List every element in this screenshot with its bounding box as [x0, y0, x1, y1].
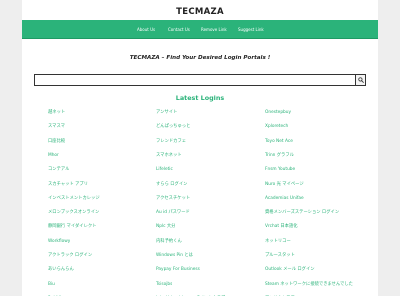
login-link[interactable]: スカチャット アプリ: [48, 179, 88, 190]
login-link[interactable]: アクトラック ログイン: [48, 250, 92, 261]
login-link[interactable]: Outlook メール ログイン: [265, 264, 315, 275]
search-input[interactable]: [34, 74, 355, 86]
nav-suggest-link[interactable]: Suggest Link: [238, 20, 264, 39]
login-link[interactable]: フレンドカフェ: [156, 136, 186, 147]
latest-logins-title: Latest Logins: [175, 94, 225, 102]
nav-contact-us[interactable]: Contact Us: [168, 20, 190, 39]
login-link[interactable]: 内科予約くん: [156, 236, 182, 247]
login-link[interactable]: Onestepbuy: [265, 107, 291, 118]
login-link[interactable]: あいらんらん: [48, 264, 74, 275]
login-link[interactable]: Trinn グラフル: [265, 150, 294, 161]
login-link[interactable]: 静岡銀行 マイダイレクト: [48, 221, 96, 232]
search-icon: [357, 77, 364, 83]
login-link[interactable]: どんぱっちゅっと: [156, 121, 190, 132]
login-link[interactable]: 口座比較: [48, 136, 65, 147]
login-link[interactable]: Au id パスワード: [156, 207, 190, 218]
login-link[interactable]: アンサイト: [156, 107, 177, 118]
login-link[interactable]: Xploretech: [265, 121, 288, 132]
tagline: TECMAZA – Find Your Desired Login Portal…: [129, 55, 271, 61]
site-title[interactable]: TECMAZA: [22, 0, 378, 20]
login-link[interactable]: スマホネット: [156, 150, 182, 161]
login-link[interactable]: 越ネット: [48, 107, 65, 118]
navbar: About Us Contact Us Remove Link Suggest …: [22, 20, 378, 39]
login-row: Mhor スマホネット Trinn グラフル: [22, 150, 378, 161]
login-row: アクトラック ログイン Windows Pin とは プルースタット: [22, 250, 378, 261]
login-link[interactable]: メロンブックスオンライン: [48, 207, 99, 218]
search-bar: [34, 74, 366, 86]
login-link[interactable]: Toyo Net Ace: [265, 136, 293, 147]
login-row: Biu Tsisojbs Steam ネットワークに接続できませんでした: [22, 279, 378, 290]
login-link[interactable]: Mhor: [48, 150, 59, 161]
login-row: インベストメントカレッジ アクセスチケット Academias Unifae: [22, 193, 378, 204]
login-link[interactable]: Windows Pin とは: [156, 250, 193, 261]
login-row: 口座比較 フレンドカフェ Toyo Net Ace: [22, 136, 378, 147]
login-link[interactable]: Nplc 大分: [156, 221, 175, 232]
nav-remove-link[interactable]: Remove Link: [201, 20, 227, 39]
login-link[interactable]: Workflowy: [48, 236, 70, 247]
login-link[interactable]: スマスマ: [48, 121, 65, 132]
login-link[interactable]: 資格メンバーズステーション ログイン: [265, 207, 339, 218]
login-link[interactable]: Biu: [48, 279, 55, 290]
login-link[interactable]: Paypay For Business: [156, 264, 200, 275]
login-row: Workflowy 内科予約くん ネットリコー: [22, 236, 378, 247]
login-row: スカチャット アプリ すらら ログイン Nuro 光 マイページ: [22, 179, 378, 190]
search-button[interactable]: [355, 74, 366, 86]
login-row: コンテアル Lifeletic Fnsm Youtube: [22, 164, 378, 175]
login-link[interactable]: Fnsm Youtube: [265, 164, 295, 175]
login-row: あいらんらん Paypay For Business Outlook メール ログイ…: [22, 264, 378, 275]
login-link[interactable]: プルースタット: [265, 250, 295, 261]
login-link[interactable]: アクセスチケット: [156, 193, 190, 204]
login-link[interactable]: コンテアル: [48, 164, 69, 175]
login-link[interactable]: Vrchat 日本語化: [265, 221, 298, 232]
login-row: スマスマ どんぱっちゅっと Xploretech: [22, 121, 378, 132]
login-link[interactable]: すらら ログイン: [156, 179, 187, 190]
login-link[interactable]: インベストメントカレッジ: [48, 193, 100, 204]
login-link[interactable]: Nuro 光 マイページ: [265, 179, 304, 190]
login-row: 静岡銀行 マイダイレクト Nplc 大分 Vrchat 日本語化: [22, 221, 378, 232]
login-link[interactable]: ネットリコー: [265, 236, 291, 247]
login-link[interactable]: Academias Unifae: [265, 193, 304, 204]
login-row: メロンブックスオンライン Au id パスワード 資格メンバーズステーション ログイ…: [22, 207, 378, 218]
login-link[interactable]: Tsisojbs: [156, 279, 172, 290]
login-row: 越ネット アンサイト Onestepbuy: [22, 107, 378, 118]
nav-about-us[interactable]: About Us: [137, 20, 155, 39]
page-container: TECMAZA About Us Contact Us Remove Link …: [22, 0, 378, 296]
login-link[interactable]: Lifeletic: [156, 164, 173, 175]
login-link[interactable]: Steam ネットワークに接続できませんでした: [265, 279, 353, 290]
